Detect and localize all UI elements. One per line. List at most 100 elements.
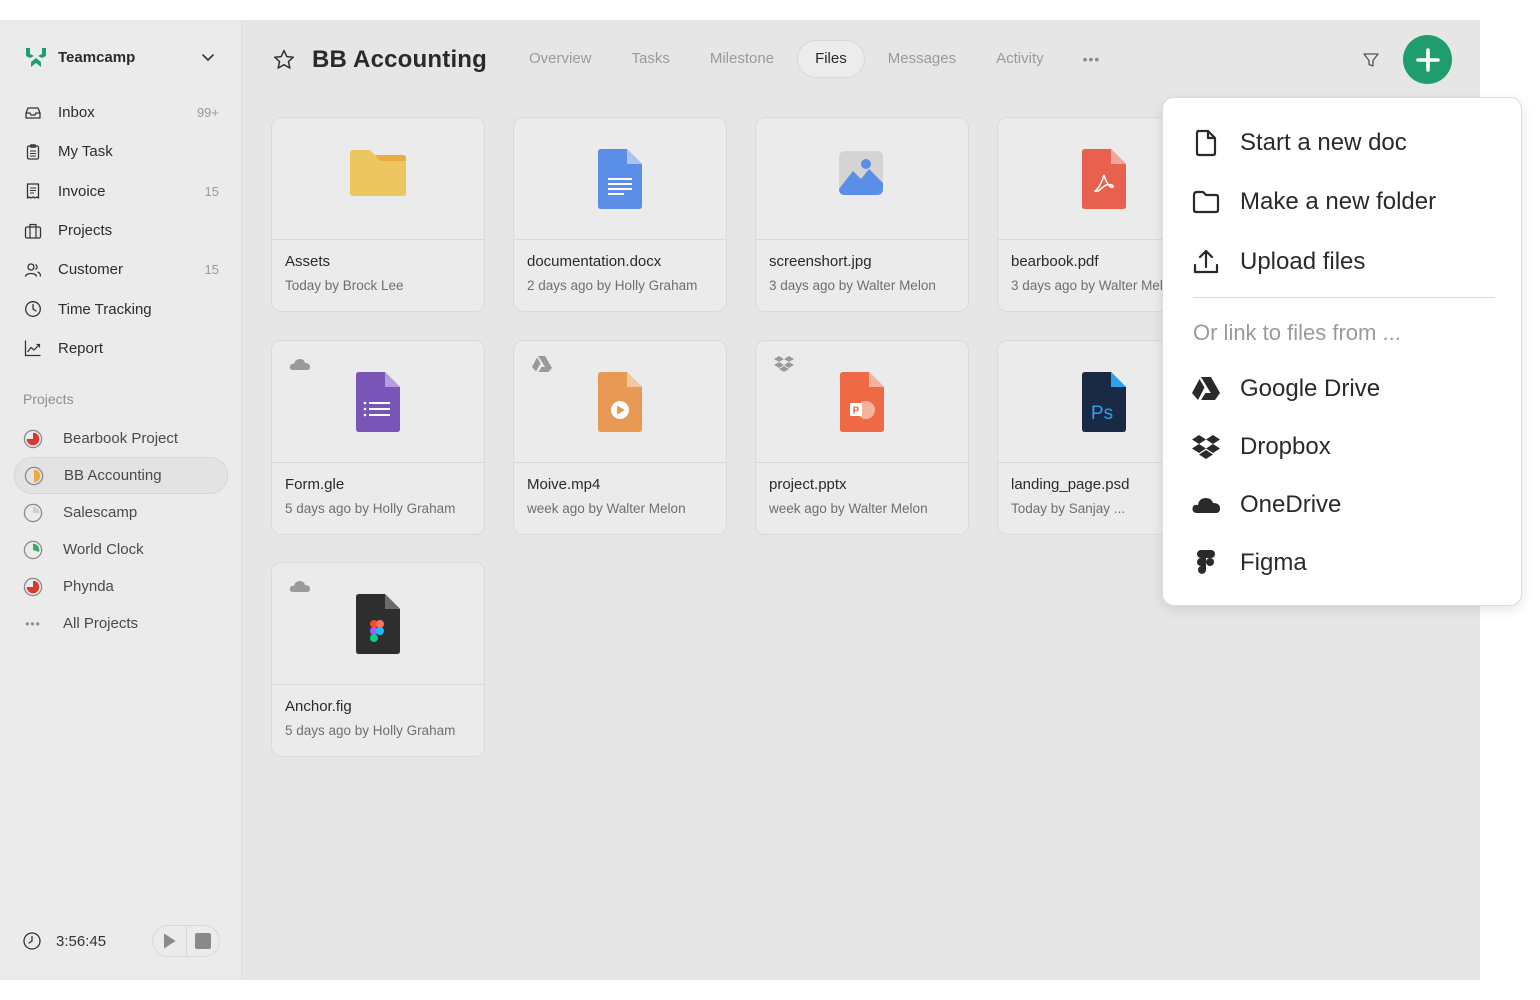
google-form-icon xyxy=(348,372,408,432)
start-new-doc-option[interactable]: Start a new doc xyxy=(1191,123,1501,163)
project-item-phynda[interactable]: Phynda xyxy=(14,568,228,605)
project-label: BB Accounting xyxy=(64,467,162,484)
dropbox-source-icon xyxy=(774,356,794,372)
file-meta: 2 days ago by Holly Graham xyxy=(527,278,698,293)
sidebar-item-label: Inbox xyxy=(58,104,95,122)
onedrive-option[interactable]: OneDrive xyxy=(1191,485,1501,525)
sidebar-item-time-tracking[interactable]: Time Tracking xyxy=(14,289,228,328)
menu-item-label: Upload files xyxy=(1240,248,1366,275)
make-new-folder-option[interactable]: Make a new folder xyxy=(1191,182,1501,222)
menu-item-label: Make a new folder xyxy=(1240,188,1437,215)
menu-divider xyxy=(1193,297,1495,298)
more-dots-icon: ••• xyxy=(25,616,41,631)
file-card[interactable]: Moive.mp4 week ago by Walter Melon xyxy=(513,340,727,535)
timer-play-button[interactable] xyxy=(153,926,186,956)
users-icon xyxy=(24,263,42,277)
file-meta: 5 days ago by Holly Graham xyxy=(285,501,456,516)
more-tabs-button[interactable]: ••• xyxy=(1067,51,1117,67)
project-header: BB Accounting Overview Tasks Milestone F… xyxy=(242,20,1480,98)
folder-icon xyxy=(348,149,408,209)
tab-messages[interactable]: Messages xyxy=(871,40,973,78)
sidebar-item-invoice[interactable]: Invoice 15 xyxy=(14,172,228,211)
all-projects-link[interactable]: ••• All Projects xyxy=(14,605,228,642)
sidebar-item-label: My Task xyxy=(58,143,113,161)
tab-activity[interactable]: Activity xyxy=(979,40,1061,78)
onedrive-source-icon xyxy=(289,359,310,370)
file-name: Moive.mp4 xyxy=(527,476,601,493)
dropbox-icon xyxy=(1192,435,1220,459)
google-drive-source-icon xyxy=(532,356,552,372)
file-name: Anchor.fig xyxy=(285,698,352,715)
file-card[interactable]: Assets Today by Brock Lee xyxy=(271,117,485,312)
receipt-icon xyxy=(26,183,40,199)
project-item-bb-accounting[interactable]: BB Accounting xyxy=(14,457,228,494)
tab-tasks[interactable]: Tasks xyxy=(615,40,687,78)
file-meta: week ago by Walter Melon xyxy=(769,501,928,516)
invoice-count-badge: 15 xyxy=(204,183,219,199)
google-drive-option[interactable]: Google Drive xyxy=(1191,369,1501,409)
clock-icon xyxy=(25,301,41,318)
star-icon[interactable] xyxy=(272,48,296,72)
project-progress-icon xyxy=(23,577,43,596)
photoshop-file-icon: Ps xyxy=(1074,372,1134,432)
file-meta: week ago by Walter Melon xyxy=(527,501,686,516)
project-item-bearbook-project[interactable]: Bearbook Project xyxy=(14,420,228,457)
timer-stop-button[interactable] xyxy=(185,926,220,956)
teamcamp-logo-icon xyxy=(26,48,46,67)
sidebar-item-projects[interactable]: Projects xyxy=(14,211,228,250)
project-progress-icon xyxy=(23,540,43,559)
file-name: landing_page.psd xyxy=(1011,476,1130,493)
file-card[interactable]: screenshort.jpg 3 days ago by Walter Mel… xyxy=(755,117,969,312)
sidebar-item-label: Invoice xyxy=(58,182,106,200)
project-label: World Clock xyxy=(63,541,144,558)
tab-milestone[interactable]: Milestone xyxy=(693,40,791,78)
onedrive-icon xyxy=(1192,498,1220,513)
file-name: Assets xyxy=(285,253,331,270)
file-card[interactable]: P project.pptx week ago by Walter Melon xyxy=(755,340,969,535)
sidebar-item-report[interactable]: Report xyxy=(14,329,228,368)
file-preview xyxy=(272,563,484,685)
file-meta: 3 days ago by Walter Melon xyxy=(1011,278,1178,293)
play-icon xyxy=(164,933,176,949)
file-name: documentation.docx xyxy=(527,253,662,270)
file-name: Form.gle xyxy=(285,476,345,493)
sidebar-item-customer[interactable]: Customer 15 xyxy=(14,250,228,289)
workspace-switcher[interactable]: Teamcamp xyxy=(22,42,222,72)
sidebar-item-my-task[interactable]: My Task xyxy=(14,132,228,171)
project-progress-icon xyxy=(23,503,43,522)
menu-item-label: Start a new doc xyxy=(1240,129,1407,156)
projects-section-label: Projects xyxy=(23,391,74,407)
tab-overview[interactable]: Overview xyxy=(512,40,609,78)
page-title: BB Accounting xyxy=(312,46,488,73)
project-item-world-clock[interactable]: World Clock xyxy=(14,531,228,568)
plus-icon xyxy=(1415,47,1440,72)
powerpoint-file-icon: P xyxy=(832,372,892,432)
filter-icon[interactable] xyxy=(1362,51,1380,69)
file-meta: Today by Sanjay ... xyxy=(1011,501,1126,516)
file-card[interactable]: documentation.docx 2 days ago by Holly G… xyxy=(513,117,727,312)
upload-files-option[interactable]: Upload files xyxy=(1191,242,1501,282)
project-progress-icon xyxy=(23,429,43,448)
sidebar: Teamcamp Inbox 99+ My Task Invoice 15 Pr… xyxy=(0,20,242,980)
inbox-icon xyxy=(25,106,41,119)
project-tabs: Overview Tasks Milestone Files Messages … xyxy=(512,40,1116,78)
tab-files[interactable]: Files xyxy=(797,40,865,78)
sidebar-item-inbox[interactable]: Inbox 99+ xyxy=(14,93,228,132)
sidebar-item-label: Time Tracking xyxy=(58,300,152,318)
video-file-icon xyxy=(590,372,650,432)
sidebar-item-label: Projects xyxy=(58,222,113,240)
file-card[interactable]: Anchor.fig 5 days ago by Holly Graham xyxy=(271,562,485,757)
add-button[interactable] xyxy=(1403,35,1452,84)
link-sources-label: Or link to files from ... xyxy=(1193,320,1401,345)
file-card[interactable]: Form.gle 5 days ago by Holly Graham xyxy=(271,340,485,535)
pdf-file-icon xyxy=(1074,149,1134,209)
project-item-salescamp[interactable]: Salescamp xyxy=(14,494,228,531)
figma-option[interactable]: Figma xyxy=(1191,543,1501,583)
svg-text:Ps: Ps xyxy=(1091,403,1113,424)
stop-icon xyxy=(194,933,211,949)
chevron-down-icon[interactable] xyxy=(200,49,216,65)
customer-count-badge: 15 xyxy=(204,262,219,278)
menu-item-label: Dropbox xyxy=(1240,433,1331,460)
chart-line-icon xyxy=(24,340,41,357)
dropbox-option[interactable]: Dropbox xyxy=(1191,427,1501,467)
